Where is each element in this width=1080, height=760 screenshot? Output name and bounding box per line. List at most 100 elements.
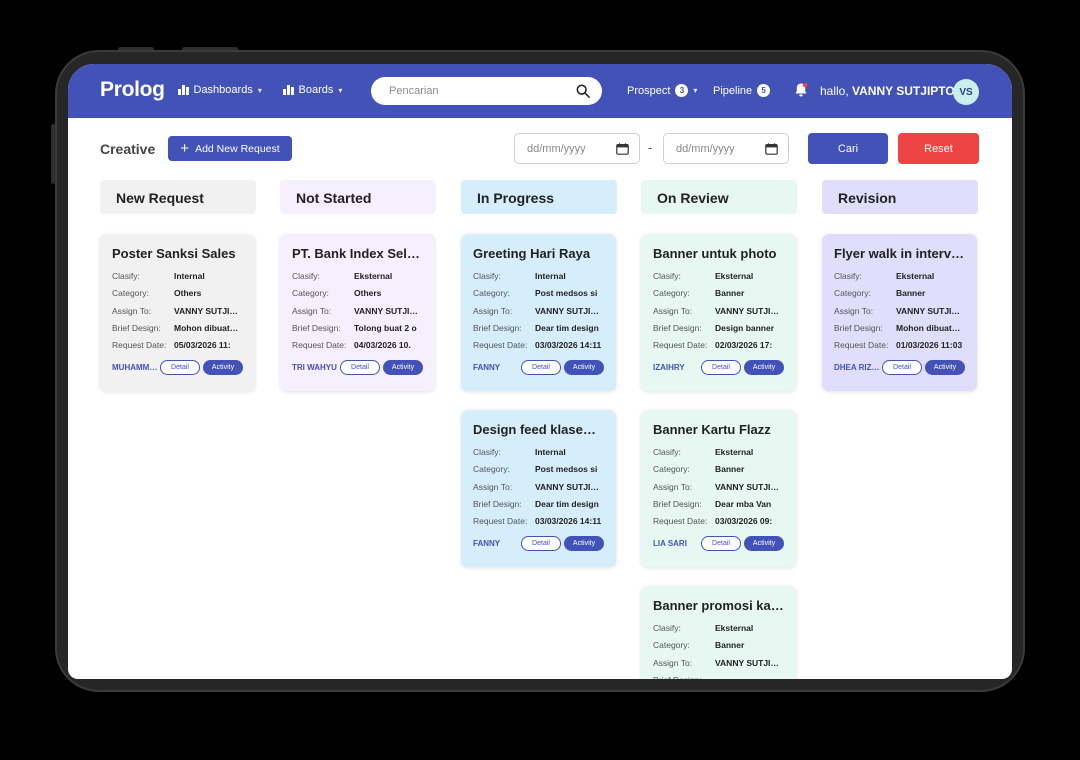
- avatar[interactable]: VS: [953, 79, 979, 105]
- field-label: Request Date:: [473, 516, 528, 527]
- field-label: Request Date:: [653, 340, 708, 351]
- field-label: Assign To:: [653, 305, 693, 316]
- nav-pipeline-label: Pipeline: [713, 84, 753, 97]
- card-field-brief: Brief Design: Dear mba Van: [653, 499, 784, 516]
- field-value: Banner: [896, 288, 926, 299]
- nav-prospect[interactable]: Prospect 3 ▾: [627, 84, 697, 97]
- nav-boards-label: Boards: [298, 84, 334, 96]
- nav-boards[interactable]: Boards ▾: [283, 84, 342, 96]
- request-card[interactable]: Flyer walk in interview Clasify: Eksternal…: [822, 234, 977, 391]
- activity-button[interactable]: Activity: [564, 360, 604, 376]
- detail-button[interactable]: Detail: [521, 360, 561, 376]
- request-card[interactable]: Poster Sanksi Sales Clasify: Internal Categ…: [100, 234, 255, 391]
- card-field-category: Category: Others: [292, 288, 423, 305]
- calendar-icon[interactable]: [616, 142, 629, 155]
- field-value: VANNY SUTJIPTO: [535, 481, 603, 492]
- card-field-brief: Brief Design:: [653, 675, 784, 679]
- card-field-category: Category: Banner: [653, 640, 784, 657]
- card-title: Poster Sanksi Sales: [112, 246, 236, 261]
- field-label: Clasify:: [834, 271, 862, 281]
- user-name: VANNY SUTJIPTO: [852, 84, 955, 98]
- nav-pipeline[interactable]: Pipeline 5: [713, 84, 771, 97]
- field-value: Others: [354, 288, 382, 299]
- chevron-down-icon: ▾: [338, 85, 343, 95]
- activity-button[interactable]: Activity: [383, 360, 423, 376]
- field-value: Eksternal: [354, 271, 393, 281]
- prospect-count-badge: 3: [675, 84, 689, 97]
- field-value: VANNY SUTJIPTO: [535, 305, 603, 316]
- field-label: Clasify:: [653, 447, 681, 457]
- chevron-down-icon: ▾: [693, 86, 698, 95]
- activity-button[interactable]: Activity: [925, 360, 965, 376]
- request-card[interactable]: Banner Kartu Flazz Clasify: Eksternal Categ…: [641, 410, 796, 567]
- field-value: 03/03/2026 09:: [715, 516, 773, 527]
- card-field-clasify: Clasify: Internal: [473, 271, 604, 288]
- field-value: 02/03/2026 17:: [715, 340, 773, 351]
- card-field-date: Request Date: 05/03/2026 11:: [112, 340, 243, 357]
- field-value: VANNY SUTJIPTO: [715, 481, 783, 492]
- column-header: Not Started: [280, 180, 436, 214]
- cari-button[interactable]: Cari: [808, 133, 888, 164]
- activity-button[interactable]: Activity: [744, 360, 784, 376]
- card-field-category: Category: Banner: [834, 288, 965, 305]
- date-to-input[interactable]: dd/mm/yyyy: [663, 133, 789, 164]
- field-label: Brief Design:: [653, 322, 702, 333]
- app-logo[interactable]: Prolog: [100, 78, 165, 102]
- field-value: 03/03/2026 14:11: [535, 516, 602, 527]
- detail-button[interactable]: Detail: [521, 536, 561, 552]
- field-value: Mohon dibuatkan: [174, 322, 242, 333]
- detail-button[interactable]: Detail: [701, 536, 741, 552]
- field-label: Assign To:: [653, 657, 693, 668]
- field-value: Eksternal: [715, 271, 754, 281]
- calendar-icon[interactable]: [765, 142, 778, 155]
- add-new-request-button[interactable]: + Add New Request: [168, 136, 292, 161]
- card-footer: IZAIHRY Detail Activity: [653, 360, 784, 376]
- search-input[interactable]: [389, 85, 576, 97]
- nav-dashboards-label: Dashboards: [193, 84, 253, 96]
- activity-button[interactable]: Activity: [744, 536, 784, 552]
- detail-button[interactable]: Detail: [160, 360, 200, 376]
- column-header: On Review: [641, 180, 797, 214]
- column-header: New Request: [100, 180, 256, 214]
- field-value: Eksternal: [715, 447, 754, 457]
- card-field-clasify: Clasify: Eksternal: [834, 271, 965, 288]
- card-field-date: Request Date: 02/03/2026 17:: [653, 340, 784, 357]
- field-label: Clasify:: [473, 271, 501, 281]
- request-card[interactable]: Greeting Hari Raya Clasify: Internal Catego…: [461, 234, 616, 391]
- field-label: Brief Design:: [834, 322, 883, 333]
- field-label: Request Date:: [473, 340, 528, 351]
- app-screen: Prolog Dashboards ▾ Boards ▾ Prospect 3 …: [68, 64, 1012, 679]
- requester-name: LIA SARI: [653, 539, 687, 549]
- date-from-input[interactable]: dd/mm/yyyy: [514, 133, 640, 164]
- detail-button[interactable]: Detail: [701, 360, 741, 376]
- field-label: Category:: [112, 288, 149, 299]
- activity-button[interactable]: Activity: [564, 536, 604, 552]
- field-label: Category:: [292, 288, 329, 299]
- field-value: 04/03/2026 10.: [354, 340, 411, 351]
- field-value: VANNY SUTJIPTO: [896, 305, 964, 316]
- requester-name: IZAIHRY: [653, 363, 685, 373]
- card-field-category: Category: Banner: [653, 464, 784, 481]
- nav-dashboards[interactable]: Dashboards ▾: [178, 84, 262, 96]
- card-footer: MUHAMMAD Detail Activity: [112, 360, 243, 376]
- field-value: Banner: [715, 640, 745, 651]
- card-title: Banner untuk photo: [653, 246, 777, 261]
- field-value: 05/03/2026 11:: [174, 340, 231, 351]
- chart-bars-icon: [283, 85, 294, 95]
- request-card[interactable]: Banner untuk photo Clasify: Eksternal Categ…: [641, 234, 796, 391]
- reset-button[interactable]: Reset: [898, 133, 979, 164]
- request-card[interactable]: PT. Bank Index Selindo Clasify: Eksternal C…: [280, 234, 435, 391]
- user-greeting: hallo, VANNY SUTJIPTO: [820, 84, 955, 98]
- request-card[interactable]: Design feed klasemen Clasify: Internal Cate…: [461, 410, 616, 567]
- detail-button[interactable]: Detail: [340, 360, 380, 376]
- field-value: 01/03/2026 11:03: [896, 340, 963, 351]
- card-field-brief: Brief Design: Dear tim design: [473, 323, 604, 340]
- activity-button[interactable]: Activity: [203, 360, 243, 376]
- request-card[interactable]: Banner promosi kartu Clasify: Eksternal Cat…: [641, 586, 796, 679]
- search-icon[interactable]: [576, 84, 590, 98]
- detail-button[interactable]: Detail: [882, 360, 922, 376]
- bell-icon[interactable]: [794, 82, 808, 98]
- greeting-prefix: hallo,: [820, 84, 849, 98]
- field-value: Eksternal: [715, 623, 754, 633]
- requester-name: TRI WAHYU: [292, 363, 337, 373]
